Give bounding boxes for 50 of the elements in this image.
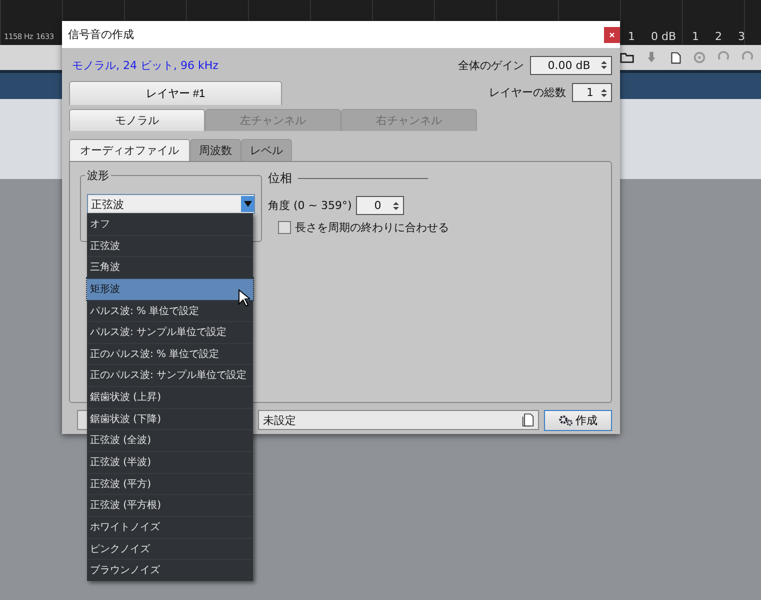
dropdown-option[interactable]: ブラウンノイズ <box>87 559 253 581</box>
sub-tab[interactable]: オーディオファイル <box>69 139 190 161</box>
cursor-icon <box>238 289 250 307</box>
dropdown-option[interactable]: 正弦波 <box>87 234 253 256</box>
dropdown-option[interactable]: 正弦波 (半波) <box>87 451 253 473</box>
dropdown-option[interactable]: パルス波: サンプル単位で設定 <box>87 321 253 343</box>
dropdown-option[interactable]: ピンクノイズ <box>87 538 253 560</box>
document-icon <box>522 413 534 427</box>
spin-arrows-icon[interactable] <box>392 200 399 210</box>
sub-tab[interactable]: レベル <box>241 139 292 161</box>
channel-tab[interactable]: モノラル <box>69 109 205 131</box>
meter-label: 1 <box>692 30 699 42</box>
create-button[interactable]: 作成 <box>544 410 612 430</box>
close-icon <box>608 30 616 38</box>
layer-count-label: レイヤーの総数 <box>489 85 566 100</box>
angle-label: 角度 (0 ~ 359°) <box>268 198 352 213</box>
window-title: 信号音の作成 <box>68 27 134 42</box>
dropdown-option[interactable]: 鋸歯状波 (下降) <box>87 408 253 430</box>
waveform-dropdown[interactable]: 正弦波 <box>87 194 255 214</box>
dropdown-option[interactable]: 鋸歯状波 (上昇) <box>87 386 253 408</box>
gear-icon <box>558 414 572 426</box>
checkbox-label: 長さを周期の終わりに合わせる <box>295 220 449 235</box>
section-label: 位相 <box>268 170 292 187</box>
caret-icon <box>244 201 252 207</box>
gain-label: 全体のゲイン <box>458 58 524 72</box>
close-button[interactable] <box>604 26 620 42</box>
dropdown-option[interactable]: 正のパルス波: サンプル単位で設定 <box>87 364 253 386</box>
spin-arrows-icon[interactable] <box>601 88 607 98</box>
sub-tab[interactable]: 周波数 <box>190 139 241 161</box>
meter-label: 3 <box>738 30 745 42</box>
meter-label: 2 <box>715 30 722 42</box>
output-file-field[interactable]: 未設定 <box>258 410 539 430</box>
format-label: モノラル, 24 ビット, 96 kHz <box>72 58 220 72</box>
layer-tab[interactable]: レイヤー #1 <box>69 80 282 104</box>
dropdown-option[interactable]: オフ <box>87 213 253 235</box>
spin-arrows-icon[interactable] <box>601 60 607 70</box>
meter-label: 0 dB <box>650 30 676 42</box>
gain-spinbox[interactable]: 0.00 dB <box>530 56 612 74</box>
group-label: 波形 <box>85 168 111 183</box>
meter-label: 1 <box>628 30 635 42</box>
layer-count-spinbox[interactable]: 1 <box>572 83 612 102</box>
dropdown-option[interactable]: 正弦波 (平方根) <box>87 494 253 516</box>
dropdown-option[interactable]: 矩形波 <box>87 278 253 300</box>
dropdown-option[interactable]: ホワイトノイズ <box>87 516 253 538</box>
dropdown-option[interactable]: 正のパルス波: % 単位で設定 <box>87 342 253 364</box>
folder-icon[interactable] <box>620 50 635 65</box>
dropdown-option[interactable]: 正弦波 (平方) <box>87 472 253 494</box>
checkbox[interactable] <box>278 221 291 234</box>
angle-spinbox[interactable]: 0 <box>356 196 404 215</box>
dropdown-option[interactable]: 正弦波 (全波) <box>87 429 253 452</box>
